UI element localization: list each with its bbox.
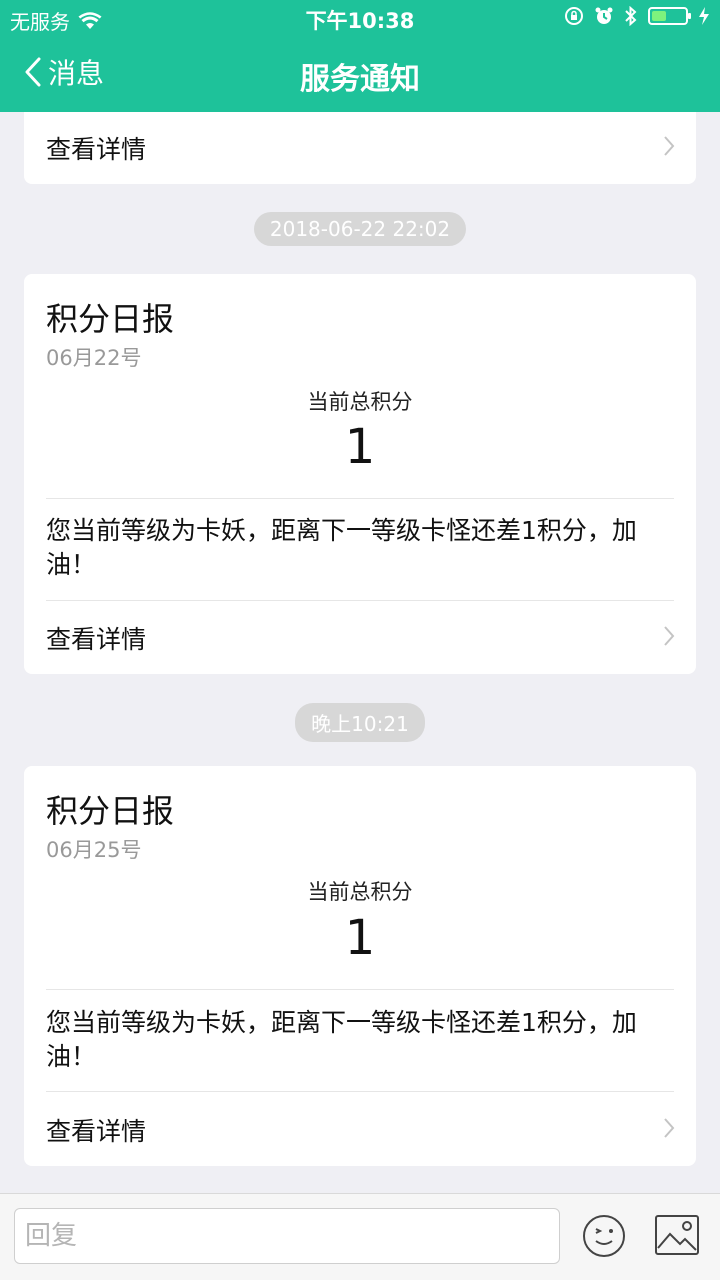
divider [46,498,674,499]
card-date: 06月22号 [46,346,142,370]
emoji-icon[interactable] [582,1214,626,1258]
points-value: 1 [344,910,376,966]
points-label: 当前总积分 [307,880,413,904]
divider [46,989,674,990]
view-details-label: 查看详情 [46,135,147,164]
view-details-row[interactable]: 查看详情 [24,112,696,182]
reply-input[interactable] [14,1208,560,1264]
message-list[interactable]: 查看详情 2018-06-22 22:02 积分日报 06月22号 当前总积分 … [0,112,720,1194]
points-label: 当前总积分 [307,390,413,414]
message-card-partial: 查看详情 [24,112,696,184]
divider [46,600,674,601]
status-bar: 无服务 下午10:38 [0,0,720,36]
alarm-icon [595,7,613,24]
message-card: 积分日报 06月22号 当前总积分 1 您当前等级为卡妖，距离下一等级卡怪还差1… [24,274,696,674]
chevron-right-icon [664,1118,675,1138]
view-details-row[interactable]: 查看详情 [24,1094,696,1164]
view-details-label: 查看详情 [46,625,147,654]
points-value: 1 [344,419,376,475]
card-title: 积分日报 [46,792,175,830]
card-message-text: 您当前等级为卡妖，距离下一等级卡怪还差1积分，加油！ [46,516,637,579]
view-details-label: 查看详情 [46,1117,147,1146]
view-details-row[interactable]: 查看详情 [24,602,696,672]
timestamp-label: 晚上10:21 [295,703,425,742]
charging-icon [699,7,709,25]
divider [46,1091,674,1092]
card-message-text: 您当前等级为卡妖，距离下一等级卡怪还差1积分，加油！ [46,1008,637,1071]
chevron-right-icon [664,136,675,156]
timestamp-pill: 2018-06-22 22:02 [0,212,720,246]
timestamp-label: 2018-06-22 22:02 [253,212,467,246]
bluetooth-icon [625,6,637,26]
nav-bar: 消息 服务通知 [0,36,720,112]
timestamp-pill: 晚上10:21 [0,703,720,742]
status-right [564,6,710,26]
rotation-lock-icon [565,7,583,25]
card-date: 06月25号 [46,838,142,862]
reply-bar [0,1193,720,1280]
image-icon[interactable] [654,1214,700,1256]
message-card: 积分日报 06月25号 当前总积分 1 您当前等级为卡妖，距离下一等级卡怪还差1… [24,766,696,1166]
top-bar: 无服务 下午10:38 消息 服务通知 [0,0,720,112]
chevron-right-icon [664,626,675,646]
card-title: 积分日报 [46,300,175,338]
battery-icon [648,7,691,25]
page-title: 服务通知 [300,62,420,97]
